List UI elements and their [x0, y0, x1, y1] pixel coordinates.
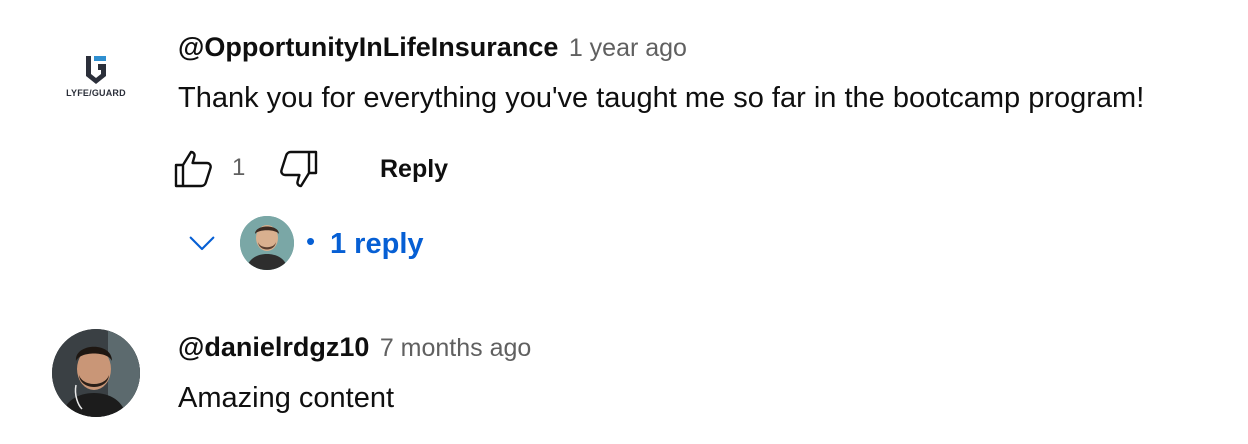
like-count: 1	[232, 154, 246, 181]
replies-count-label[interactable]: 1 reply	[330, 228, 424, 261]
comment-timestamp[interactable]: 7 months ago	[380, 334, 532, 362]
view-replies-button[interactable]: • 1 reply	[178, 212, 438, 272]
comment-author[interactable]: @danielrdgz10	[178, 332, 369, 362]
person-photo-icon	[52, 329, 140, 417]
comment-text: Thank you for everything you've taught m…	[178, 82, 1145, 114]
reply-button[interactable]: Reply	[366, 147, 462, 191]
like-button[interactable]	[170, 145, 218, 193]
reply-author-avatar	[240, 216, 294, 270]
thumbs-up-icon	[174, 150, 212, 188]
comment-text: Amazing content	[178, 382, 395, 414]
avatar-logo-text: LYFE/GUARD	[66, 88, 126, 98]
person-photo-icon	[240, 216, 294, 270]
avatar[interactable]: LYFE/GUARD	[52, 36, 140, 124]
avatar[interactable]	[52, 329, 140, 417]
chevron-down-icon	[189, 236, 215, 251]
dislike-button[interactable]	[274, 145, 322, 193]
replies-separator: •	[306, 226, 316, 256]
comment-thread: LYFE/GUARD @OpportunityInLifeInsurance 1…	[0, 0, 1248, 300]
comment-header: @danielrdgz10 7 months ago	[178, 332, 531, 368]
lyfeguard-logo-icon	[86, 56, 106, 84]
comment-header: @OpportunityInLifeInsurance 1 year ago	[178, 32, 687, 68]
comment-thread: @danielrdgz10 7 months ago Amazing conte…	[0, 310, 1248, 444]
thumbs-down-icon	[280, 150, 318, 188]
comment-author[interactable]: @OpportunityInLifeInsurance	[178, 32, 558, 62]
comment-timestamp[interactable]: 1 year ago	[569, 34, 687, 62]
comment-action-bar: 1 Reply	[170, 145, 490, 193]
